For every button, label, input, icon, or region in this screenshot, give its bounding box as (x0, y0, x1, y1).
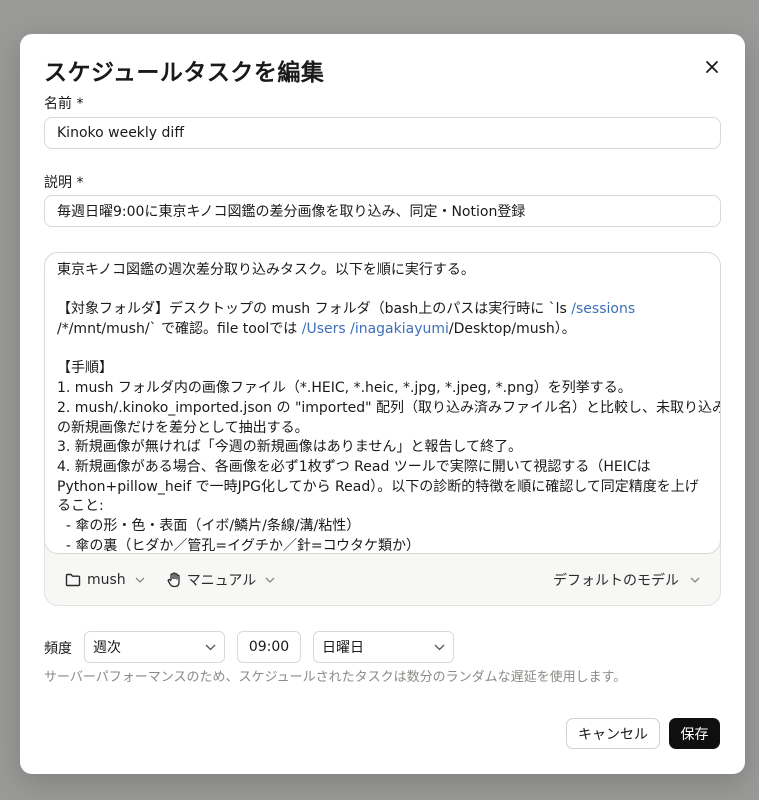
folder-label: mush (87, 572, 126, 588)
name-input[interactable]: Kinoko weekly diff (44, 117, 721, 149)
prompt-line: 東京キノコ図鑑の週次差分取り込みタスク。以下を順に実行する。 (57, 262, 475, 278)
prompt-line: - 傘の裏（ヒダか／管孔=イグチか／針=コウタケ類か） (57, 537, 421, 554)
name-label: 名前 * (44, 96, 84, 112)
path-link[interactable]: /sessions (571, 301, 635, 317)
time-value: 09:00 (248, 639, 290, 655)
background-breadcrumb (0, 0, 759, 12)
chevron-down-icon (434, 644, 445, 650)
cancel-button[interactable]: キャンセル (566, 718, 660, 749)
prompt-line: ること: (57, 498, 104, 515)
chevron-down-icon (690, 577, 700, 583)
prompt-panel: 東京キノコ図鑑の週次差分取り込みタスク。以下を順に実行する。 【対象フォルダ】デ… (44, 252, 721, 606)
prompt-line: 3. 新規画像が無ければ「今週の新規画像はありません」と報告して終了。 (57, 439, 522, 456)
chevron-down-icon (265, 577, 275, 583)
mode-label: マニュアル (186, 573, 257, 589)
model-label: デフォルトのモデル (553, 573, 679, 589)
description-input-value: 毎週日曜9:00に東京キノコ図鑑の差分画像を取り込み、同定・Notion登録 (57, 204, 526, 220)
chevron-down-icon (205, 644, 216, 650)
frequency-select[interactable]: 週次 (84, 631, 225, 663)
frequency-label: 頻度 (44, 641, 72, 657)
path-link[interactable]: /Users (302, 321, 346, 337)
folder-icon (65, 573, 81, 587)
path-link[interactable]: /inagakiayumi (350, 321, 449, 337)
mode-selector[interactable]: マニュアル (161, 566, 282, 594)
schedule-hint: サーバーパフォーマンスのため、スケジュールされたタスクは数分のランダムな遅延を使… (44, 670, 627, 685)
model-selector[interactable]: デフォルトのモデル (547, 566, 706, 594)
chevron-down-icon (135, 577, 145, 583)
folder-selector[interactable]: mush (59, 566, 151, 594)
prompt-line: 【手順】 (57, 360, 113, 377)
time-input[interactable]: 09:00 (237, 631, 301, 663)
dialog-title: スケジュールタスクを編集 (44, 60, 325, 86)
close-icon (706, 61, 718, 73)
prompt-textarea[interactable]: 東京キノコ図鑑の週次差分取り込みタスク。以下を順に実行する。 【対象フォルダ】デ… (44, 252, 721, 554)
close-button[interactable] (700, 55, 724, 79)
description-input[interactable]: 毎週日曜9:00に東京キノコ図鑑の差分画像を取り込み、同定・Notion登録 (44, 195, 721, 227)
name-input-value: Kinoko weekly diff (57, 125, 184, 141)
prompt-line: 【対象フォルダ】デスクトップの mush フォルダ（bash上のパスは実行時に … (57, 301, 636, 318)
hand-icon (167, 572, 180, 588)
edit-scheduled-task-dialog: スケジュールタスクを編集 名前 * Kinoko weekly diff 説明 … (20, 34, 745, 774)
prompt-line: /*/mnt/mush/` で確認。file toolでは /Users /in… (57, 321, 576, 338)
save-button[interactable]: 保存 (669, 718, 720, 749)
description-label: 説明 * (44, 175, 84, 191)
prompt-toolbar: mush マニュアル デフォルトのモデル (45, 555, 720, 605)
prompt-line: 2. mush/.kinoko_imported.json の "importe… (57, 399, 721, 416)
prompt-line: Python+pillow_heif で一時JPG化してから Read）。以下の… (57, 478, 699, 495)
frequency-value: 週次 (93, 640, 121, 656)
day-value: 日曜日 (322, 640, 364, 656)
prompt-line: 1. mush フォルダ内の画像ファイル（*.HEIC, *.heic, *.j… (57, 380, 632, 397)
day-select[interactable]: 日曜日 (313, 631, 454, 663)
prompt-line: - 傘の形・色・表面（イボ/鱗片/条線/溝/粘性） (57, 518, 361, 535)
prompt-line: の新規画像だけを差分として抽出する。 (57, 419, 309, 436)
prompt-line: 4. 新規画像がある場合、各画像を必ず1枚ずつ Read ツールで実際に開いて視… (57, 459, 651, 475)
